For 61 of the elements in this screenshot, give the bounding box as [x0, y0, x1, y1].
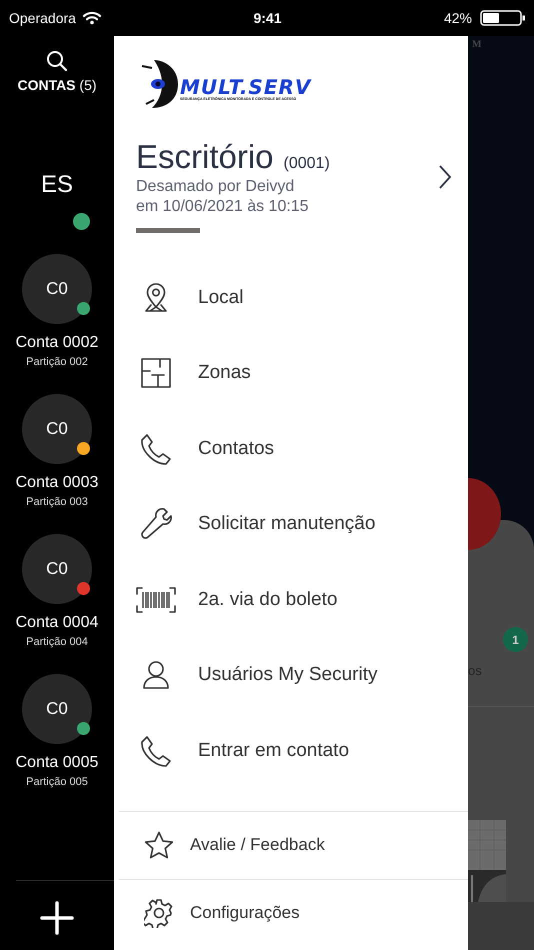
avatar-initials: C0 [46, 419, 68, 439]
avatar-initials: C0 [46, 559, 68, 579]
chevron-right-icon[interactable] [438, 164, 452, 190]
account-title: Escritório [136, 138, 274, 176]
star-icon [144, 831, 174, 859]
header-bar [136, 228, 200, 233]
clock-time: 9:41 [252, 10, 282, 26]
account-name: Conta 0005 [16, 754, 98, 772]
accounts-title: CONTAS (5) [17, 77, 97, 93]
menu-item[interactable]: 2a. via do boleto [114, 562, 468, 638]
menu-label: Solicitar manutenção [198, 513, 376, 536]
menu-label: Local [198, 286, 244, 309]
status-text: Desamado por Deivyd [136, 178, 296, 196]
account-name: Conta 0003 [16, 474, 98, 492]
account-avatar[interactable]: C0 [22, 254, 92, 324]
menu-label: Avalie / Feedback [190, 835, 325, 855]
menu-item[interactable]: Avalie / Feedback [114, 812, 468, 878]
menu-label: Entrar em contato [198, 740, 350, 762]
status-time: em 10/06/2021 às 10:15 [136, 198, 310, 216]
menu-label: Zonas [198, 362, 251, 384]
floor-plan-icon [140, 357, 172, 390]
account-code: (0001) [284, 155, 330, 173]
search-icon[interactable] [46, 50, 68, 72]
carrier-name: Operadora [9, 10, 76, 26]
menu-item[interactable]: Entrar em contato [114, 713, 468, 788]
battery-icon [480, 10, 526, 26]
logo-mark: M [472, 39, 482, 50]
partition-label: Partição 003 [26, 496, 88, 508]
account-name: Conta 0002 [16, 334, 98, 352]
add-icon[interactable] [40, 901, 74, 935]
brand-name: MULT.SERV [180, 77, 312, 97]
menu-item[interactable]: Solicitar manutenção [114, 486, 468, 562]
account-avatar[interactable]: C0 [22, 394, 92, 464]
menu-item[interactable]: Usuários My Security [114, 638, 468, 713]
menu-item[interactable]: Configurações [114, 880, 468, 946]
account-avatar[interactable]: C0 [22, 534, 92, 604]
menu-item[interactable]: Local [114, 260, 468, 336]
wrench-icon [140, 508, 172, 540]
avatar-initials: C0 [46, 699, 68, 719]
barcode-icon [136, 586, 176, 613]
settings-icon [144, 898, 174, 928]
battery-percent: 42% [444, 10, 472, 26]
menu-label: Usuários My Security [198, 664, 378, 686]
phone-icon [140, 432, 172, 465]
menu-item[interactable]: Contatos [114, 411, 468, 486]
wifi-icon [82, 11, 102, 25]
account-name: Conta 0004 [16, 614, 98, 632]
account-avatar[interactable]: C0 [22, 674, 92, 744]
phone-icon [140, 734, 172, 767]
partition-label: Partição 002 [26, 356, 88, 368]
menu-label: 2a. via do boleto [198, 588, 338, 611]
person-icon [142, 660, 170, 690]
partition-label: Partição 004 [26, 636, 88, 648]
account-initials[interactable]: ES [40, 171, 73, 199]
count-badge: 1 [503, 627, 528, 652]
menu-label: Contatos [198, 438, 274, 460]
map-pin-icon [144, 282, 168, 313]
menu-item[interactable]: Zonas [114, 336, 468, 411]
avatar-initials: C0 [46, 279, 68, 299]
partition-label: Partição 005 [26, 776, 88, 788]
menu-label: Configurações [190, 903, 300, 923]
